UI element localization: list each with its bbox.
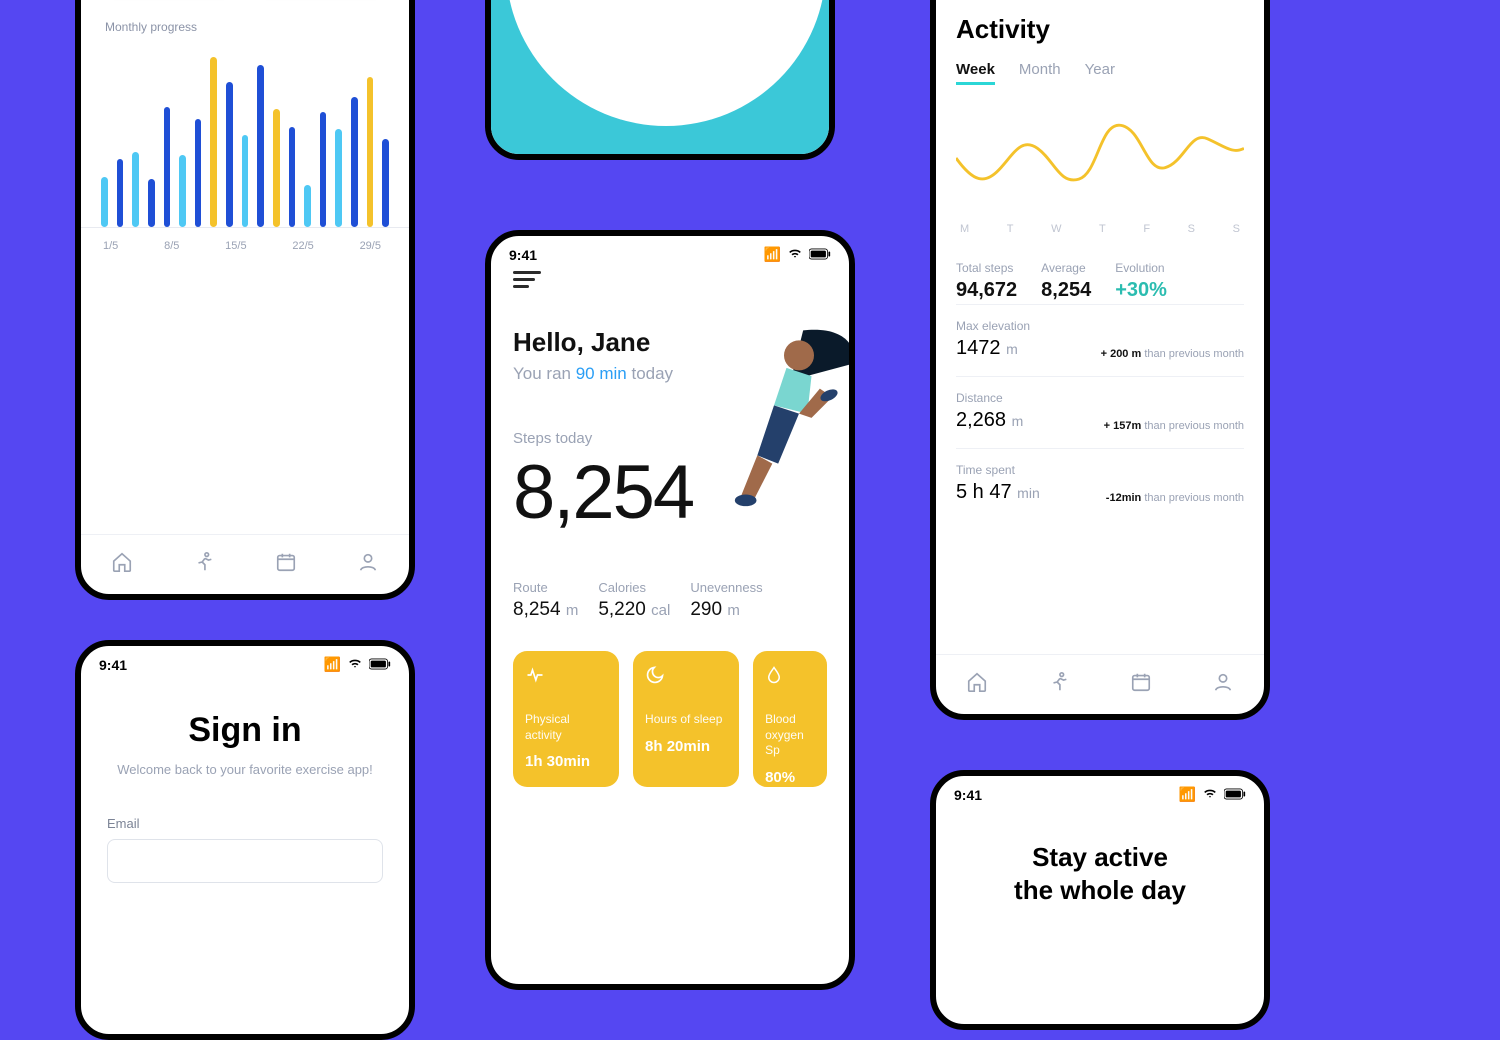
calories-metric: Calories 5,220 cal [598,580,670,621]
splash-screen [485,0,835,160]
calendar-icon[interactable] [1130,671,1152,698]
wifi-icon [787,246,803,263]
runner-illustration [561,0,781,16]
activity-screen: Activity Week Month Year MTWTFSS Total s… [930,0,1270,720]
range-tabs: Week Month Year [956,61,1244,85]
progress-screen: 7,451 87 Monthly progress 1/5 [75,0,415,600]
time-spent-row: Time spent 5 h 47 min -12min than previo… [956,448,1244,518]
wifi-icon [347,656,363,673]
signal-icon: 📶 [324,656,341,673]
bottom-nav [81,534,409,594]
signal-icon: 📶 [1179,786,1196,803]
home-icon[interactable] [966,671,988,698]
runner-illustration [689,322,855,522]
physical-activity-card[interactable]: Physical activity 1h 30min [513,651,619,787]
promo-screen: 9:41 📶 Stay activethe whole day [930,770,1270,1030]
signal-icon: 📶 [764,246,781,263]
day-labels: MTWTFSS [956,217,1244,235]
status-time: 9:41 [509,247,537,263]
route-metric: Route 8,254 m [513,580,578,621]
signin-screen: 9:41 📶 Sign in Welcome back to your favo… [75,640,415,1040]
status-bar: 9:41 📶 [491,236,849,265]
status-bar: 9:41 📶 [81,646,409,675]
tab-year[interactable]: Year [1085,61,1115,85]
bottom-nav [936,654,1264,714]
max-elevation-row: Max elevation 1472 m + 200 m than previo… [956,304,1244,374]
signin-subtitle: Welcome back to your favorite exercise a… [107,760,383,780]
dashboard-screen: 9:41 📶 Hello, Jane You ran 90 min today … [485,230,855,990]
email-field[interactable] [107,839,383,883]
profile-icon[interactable] [357,551,379,578]
status-bar: 9:41 📶 [936,776,1264,805]
status-time: 9:41 [99,657,127,673]
tab-week[interactable]: Week [956,61,995,85]
profile-icon[interactable] [1212,671,1234,698]
tab-month[interactable]: Month [1019,61,1061,85]
activity-title: Activity [956,14,1244,45]
heartbeat-icon [525,665,607,690]
promo-headline: Stay activethe whole day [958,841,1242,906]
battery-icon [809,247,831,263]
status-time: 9:41 [954,787,982,803]
calendar-icon[interactable] [275,551,297,578]
distance-row: Distance 2,268 m + 157m than previous mo… [956,376,1244,446]
run-icon[interactable] [193,551,215,578]
email-label: Email [107,816,383,831]
sleep-card[interactable]: Hours of sleep 8h 20min [633,651,739,787]
chart-x-labels: 1/5 8/5 15/5 22/5 29/5 [81,228,409,252]
home-icon[interactable] [111,551,133,578]
moon-icon [645,665,727,690]
battery-icon [369,657,391,673]
battery-icon [1224,787,1246,803]
monthly-progress-label: Monthly progress [105,20,409,34]
run-icon[interactable] [1048,671,1070,698]
unevenness-metric: Unevenness 290 m [690,580,762,621]
oxygen-card[interactable]: Blood oxygen Sp 80% [753,651,827,787]
activity-sparkline [956,103,1244,213]
menu-icon[interactable] [513,271,541,291]
average-stat: Average 8,254 [1041,261,1091,302]
droplet-icon [765,665,815,690]
signin-title: Sign in [107,711,383,750]
evolution-stat: Evolution +30% [1115,261,1167,302]
total-steps-stat: Total steps 94,672 [956,261,1017,302]
wifi-icon [1202,786,1218,803]
monthly-progress-chart [81,48,409,228]
